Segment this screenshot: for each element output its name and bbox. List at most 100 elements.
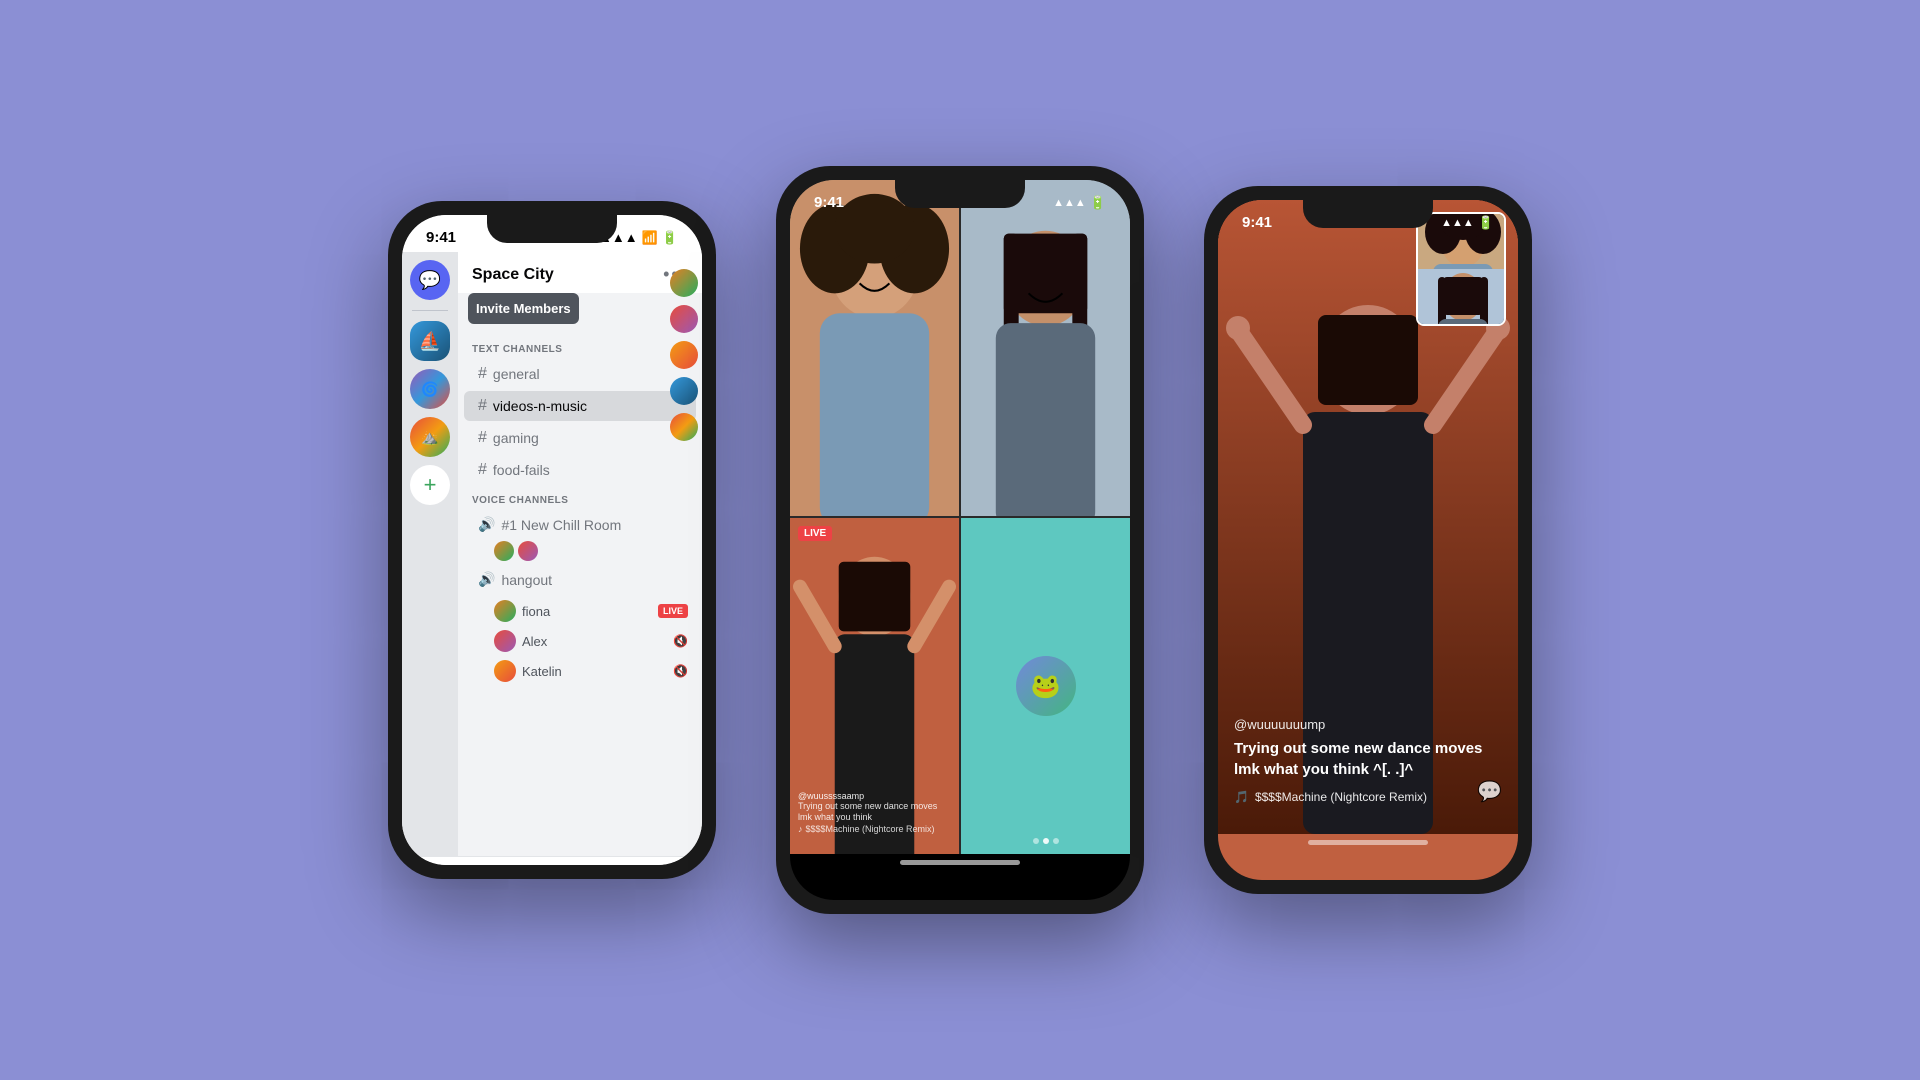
r-avatar-2 — [670, 305, 698, 333]
phone-1-screen: 9:41 ▲▲▲ 📶 🔋 💬 ⛵ — [402, 215, 702, 865]
dm-icon[interactable]: 💬 — [410, 260, 450, 300]
battery-icon: 🔋 — [662, 230, 678, 246]
hash-icon-vnm: # — [478, 397, 487, 415]
avatar-fiona — [494, 600, 516, 622]
live-caption: Trying out some new dance moves lmk what… — [1234, 738, 1502, 780]
mountain-icon: ⛰️ — [421, 429, 438, 446]
voice-user-fiona[interactable]: fiona LIVE — [458, 596, 702, 626]
dot-2-active — [1043, 838, 1049, 844]
video-cell-1 — [790, 180, 959, 516]
music-title: $$$$Machine (Nightcore Remix) — [1255, 790, 1427, 804]
music-note-icon: ♪ — [798, 824, 803, 834]
r-avatar-1 — [670, 269, 698, 297]
video-cell-2 — [961, 180, 1130, 516]
video-cell-3: LIVE @wuussssaamp — [790, 518, 959, 854]
speaker-icon-hangout: 🔊 — [478, 571, 495, 588]
avatar-katelin — [494, 660, 516, 682]
video-caption: Trying out some new dance moves lmk what… — [798, 801, 951, 824]
voice-user-alex[interactable]: Alex 🔇 — [458, 626, 702, 656]
phone-2-screen: 9:41 ▲▲▲ 🔋 — [790, 180, 1130, 900]
plus-icon: + — [424, 472, 437, 498]
username-katelin: Katelin — [522, 664, 562, 679]
live-badge-fiona: LIVE — [658, 604, 688, 618]
hash-icon-gaming: # — [478, 429, 487, 447]
music-icon: 🎵 — [1234, 790, 1249, 804]
battery-icon-2: 🔋 — [1090, 195, 1106, 211]
video-cell-4: 🐸 — [961, 518, 1130, 854]
video-username: @wuussssaamp — [798, 791, 951, 801]
video-grid: LIVE @wuussssaamp — [790, 180, 1130, 854]
frog-icon: 🐸 — [1031, 672, 1061, 701]
server-icon-boat[interactable]: ⛵ — [410, 321, 450, 361]
voice-channels-label: VOICE CHANNELS — [458, 487, 702, 510]
live-full-screen: @wuuuuuuump Trying out some new dance mo… — [1218, 200, 1518, 834]
dots-indicator — [1033, 838, 1059, 844]
bottom-nav: ⚙️ 📞 🔍 @ 👤 — [402, 856, 702, 865]
home-indicator-2 — [900, 860, 1020, 865]
status-icons-3: ▲▲▲ 🔋 — [1441, 215, 1494, 231]
channel-gaming[interactable]: # gaming — [464, 423, 696, 453]
phone-3: 9:41 ▲▲▲ 🔋 — [1204, 186, 1532, 894]
wifi-icon: 📶 — [642, 230, 658, 246]
live-music: 🎵 $$$$Machine (Nightcore Remix) — [1234, 790, 1502, 804]
phone1-content: 💬 ⛵ 🌀 ⛰️ + — [402, 252, 702, 856]
channel-vnm-name: videos-n-music — [493, 398, 587, 414]
voice-chill-room[interactable]: 🔊 #1 New Chill Room — [464, 510, 696, 539]
signal-icon-2: ▲▲▲ — [1053, 197, 1086, 209]
video-music: ♪ $$$$Machine (Nightcore Remix) — [798, 824, 951, 834]
chat-icon[interactable]: 💬 — [1477, 779, 1502, 804]
status-icons-2: ▲▲▲ 🔋 — [1053, 195, 1106, 211]
right-avatars — [666, 261, 702, 449]
chill-room-name: #1 New Chill Room — [501, 517, 621, 533]
username-fiona: fiona — [522, 604, 550, 619]
discord-avatar: 🐸 — [1016, 656, 1076, 716]
r-avatar-4 — [670, 377, 698, 405]
chill-room-avatars — [458, 541, 702, 561]
notch-1 — [487, 215, 617, 243]
avatar-alex — [494, 630, 516, 652]
server-icon-circle[interactable]: 🌀 — [410, 369, 450, 409]
dot-1 — [1033, 838, 1039, 844]
live-badge: LIVE — [798, 526, 832, 541]
voice-user-katelin[interactable]: Katelin 🔇 — [458, 656, 702, 686]
mute-icon-alex: 🔇 — [673, 634, 688, 648]
add-server-button[interactable]: + — [410, 465, 450, 505]
time-1: 9:41 — [426, 229, 456, 246]
status-bar-3: 9:41 ▲▲▲ 🔋 — [1218, 200, 1518, 237]
live-username: @wuuuuuuump — [1234, 717, 1502, 732]
channel-videos-n-music[interactable]: # videos-n-music — [464, 391, 696, 421]
boat-icon: ⛵ — [419, 331, 441, 352]
phone-1: 9:41 ▲▲▲ 📶 🔋 💬 ⛵ — [388, 201, 716, 879]
battery-icon-3: 🔋 — [1478, 215, 1494, 231]
video-bottom-text: @wuussssaamp Trying out some new dance m… — [798, 791, 951, 834]
channel-general-name: general — [493, 366, 540, 382]
live-content-text: @wuuuuuuump Trying out some new dance mo… — [1234, 717, 1502, 804]
username-alex: Alex — [522, 634, 547, 649]
circle-icon: 🌀 — [421, 381, 438, 398]
signal-icon-3: ▲▲▲ — [1441, 217, 1474, 229]
time-3: 9:41 — [1242, 214, 1272, 231]
time-2: 9:41 — [814, 194, 844, 211]
chill-avatar-2 — [518, 541, 538, 561]
channel-gaming-name: gaming — [493, 430, 539, 446]
chill-avatar-1 — [494, 541, 514, 561]
r-avatar-5 — [670, 413, 698, 441]
server-sidebar: 💬 ⛵ 🌀 ⛰️ + — [402, 252, 458, 856]
voice-hangout[interactable]: 🔊 hangout — [464, 565, 696, 594]
phones-container: 9:41 ▲▲▲ 📶 🔋 💬 ⛵ — [348, 126, 1572, 954]
server-icon-mountain[interactable]: ⛰️ — [410, 417, 450, 457]
hash-icon-general: # — [478, 365, 487, 383]
mute-icon-katelin: 🔇 — [673, 664, 688, 678]
dm-chat-icon: 💬 — [419, 270, 441, 291]
invite-members-button[interactable]: Invite Members — [468, 293, 579, 324]
hangout-name: hangout — [501, 572, 552, 588]
phone-3-screen: 9:41 ▲▲▲ 🔋 — [1218, 200, 1518, 880]
dot-3 — [1053, 838, 1059, 844]
channel-food-fails[interactable]: # food-fails — [464, 455, 696, 485]
phone-2: 9:41 ▲▲▲ 🔋 — [776, 166, 1144, 914]
channel-ff-name: food-fails — [493, 462, 550, 478]
channel-general[interactable]: # general — [464, 359, 696, 389]
pip-video-bottom — [1418, 269, 1504, 324]
speaker-icon-chill: 🔊 — [478, 516, 495, 533]
r-avatar-3 — [670, 341, 698, 369]
